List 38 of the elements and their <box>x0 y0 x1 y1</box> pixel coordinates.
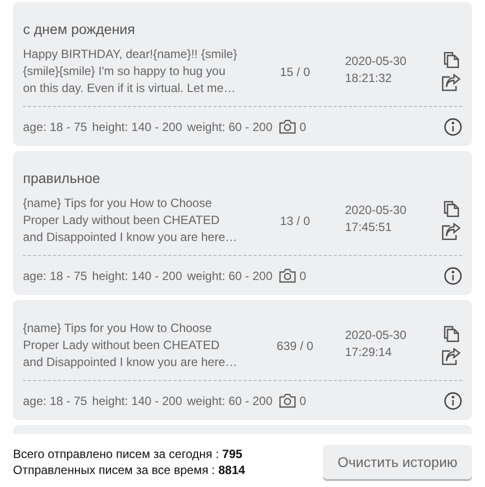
message-date: 2020-05-30 17:45:51 <box>345 202 406 236</box>
message-date: 2020-05-30 17:29:14 <box>345 326 406 360</box>
filter-label: height: 140 - 200 <box>92 120 182 134</box>
filter-label: weight: 60 - 200 <box>187 120 273 134</box>
info-icon[interactable] <box>444 118 462 136</box>
copy-icon[interactable] <box>442 200 460 218</box>
message-title: с днем рождения <box>23 20 136 38</box>
photo-count: 0 <box>300 394 306 408</box>
copy-icon[interactable] <box>442 51 460 69</box>
send-count: 13 / 0 <box>278 214 312 228</box>
photo-count: 0 <box>300 120 306 134</box>
filter-label: weight: 60 - 200 <box>187 268 273 282</box>
camera-icon <box>278 393 296 408</box>
message-text: Happy BIRTHDAY, dear!{name}!! {smile} {smile}{smile} I'm so happy to hug you on this day. Even if it is virtual. Let me… <box>23 46 238 97</box>
share-icon[interactable] <box>441 74 461 92</box>
photo-count: 0 <box>300 268 306 282</box>
message-text: {name} Tips for you How to Choose Proper Lady without been CHEATED and Disappointed I know you are here… <box>23 320 238 371</box>
stat-line: Всего отправлено писем за сегодня : 795 <box>13 446 244 462</box>
info-icon[interactable] <box>444 266 462 284</box>
filter-label: weight: 60 - 200 <box>187 394 273 408</box>
filter-label: height: 140 - 200 <box>92 268 182 282</box>
filter-label: age: 18 - 75 <box>23 394 88 408</box>
share-icon[interactable] <box>441 223 461 241</box>
stat-line: Отправленных писем за все время : 8814 <box>13 462 246 478</box>
camera-icon <box>278 119 296 134</box>
message-text: {name} Tips for you How to Choose Proper Lady without been CHEATED and Disappointed I know you are here… <box>23 195 238 246</box>
share-icon[interactable] <box>441 348 461 366</box>
camera-icon <box>278 268 296 283</box>
clear-history-button[interactable]: Очистить историю <box>323 445 472 479</box>
send-count: 15 / 0 <box>278 64 312 78</box>
filter-label: age: 18 - 75 <box>23 120 88 134</box>
message-date: 2020-05-30 18:21:32 <box>345 52 406 86</box>
filter-label: age: 18 - 75 <box>23 268 88 282</box>
message-title: правильное <box>23 169 102 187</box>
send-count: 639 / 0 <box>276 338 314 352</box>
info-icon[interactable] <box>444 392 462 410</box>
copy-icon[interactable] <box>442 325 460 343</box>
filter-label: height: 140 - 200 <box>92 394 182 408</box>
